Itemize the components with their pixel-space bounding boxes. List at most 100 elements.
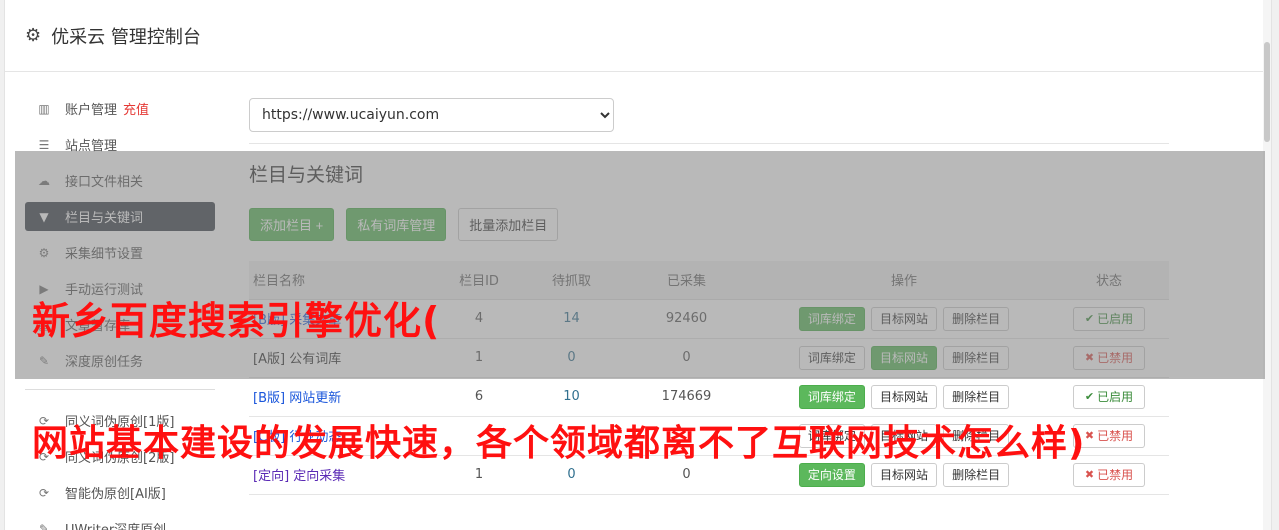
sidebar-item-items2-1[interactable]: ⟳ 同义词伪原创[2版] (25, 442, 215, 471)
private-lexicon-button[interactable]: 私有词库管理 (346, 208, 447, 241)
scrollbar[interactable] (1263, 0, 1271, 530)
table-header-row: 栏目名称 栏目ID 待抓取 已采集 操作 状态 (249, 261, 1169, 300)
sidebar-item-items2-3[interactable]: ✎ UWriter深度原创 (25, 514, 215, 530)
header-id: 栏目ID (429, 261, 529, 300)
column-id: 6 (429, 377, 529, 417)
status-toggle[interactable]: ✔ 已启用 (1073, 306, 1145, 331)
sidebar: ▥ 账户管理 充值 ☰ 站点管理 ☁ 接口文件相关 ▼ 栏目与关键词 ⚙ 采集细… (25, 94, 215, 530)
sidebar-item-label: 栏目与关键词 (65, 211, 144, 226)
delete-column-button[interactable]: 删除栏目 (943, 423, 1010, 448)
archive-icon: ▤ (38, 317, 50, 332)
lexicon-bind-button[interactable]: 词库绑定 (798, 306, 865, 331)
sidebar-item-items-1[interactable]: ☰ 站点管理 (25, 130, 215, 159)
refresh-icon: ⟳ (38, 413, 50, 428)
batch-add-column-button[interactable]: 批量添加栏目 (458, 208, 559, 241)
lexicon-bind-button[interactable]: 词库绑定 (798, 345, 865, 370)
sidebar-item-label: 文章暂存库 (65, 319, 131, 334)
scrollbar-thumb[interactable] (1264, 42, 1270, 142)
version-tag: [定向] (253, 469, 290, 484)
sidebar-item-label: 同义词伪原创[1版] (65, 415, 175, 430)
check-icon: ✔ (1084, 391, 1095, 403)
version-tag: [B版] (253, 313, 286, 328)
version-tag: [A版] (253, 352, 286, 367)
collected-count: 0 (614, 455, 759, 495)
table-row: [A版] 公有词库 1 0 0 词库绑定 目标网站 删除栏目 ✖ 已禁用 (249, 338, 1169, 378)
sidebar-item-label: 采集细节设置 (65, 247, 144, 262)
sidebar-item-items2-2[interactable]: ⟳ 智能伪原创[AI版] (25, 478, 215, 507)
sidebar-item-items-7[interactable]: ✎ 深度原创任务 (25, 346, 215, 375)
table-row: [C版] 行业动态 词库绑定 目标网站 删除栏目 ✖ 已禁用 (249, 416, 1169, 456)
column-name: 网站更新 (289, 391, 342, 406)
sidebar-item-items-4[interactable]: ⚙ 采集细节设置 (25, 238, 215, 267)
sidebar-item-items-5[interactable]: ▶ 手动运行测试 (25, 274, 215, 303)
collected-count: 92460 (614, 299, 759, 339)
column-id: 1 (429, 455, 529, 495)
bar-chart-icon: ▥ (38, 101, 50, 116)
pending-count: 10 (529, 377, 614, 417)
table-row: [B版] 采集文章 4 14 92460 词库绑定 目标网站 删除栏目 ✔ 已启… (249, 299, 1169, 339)
version-tag: [B版] (253, 391, 286, 406)
header-name: 栏目名称 (249, 261, 429, 300)
collected-count: 174669 (614, 377, 759, 417)
table-row: [B版] 网站更新 6 10 174669 词库绑定 目标网站 删除栏目 ✔ 已… (249, 377, 1169, 417)
sidebar-item-items-3[interactable]: ▼ 栏目与关键词 (25, 202, 215, 231)
status-toggle[interactable]: ✖ 已禁用 (1073, 345, 1145, 370)
site-select[interactable]: https://www.ucaiyun.com (249, 98, 614, 132)
sidebar-item-label: UWriter深度原创 (65, 519, 166, 530)
divider (249, 143, 1169, 144)
pending-count: 0 (529, 455, 614, 495)
lexicon-bind-button[interactable]: 词库绑定 (798, 423, 865, 448)
lexicon-bind-button[interactable]: 定向设置 (798, 462, 865, 487)
status-label: 已禁用 (1097, 429, 1134, 443)
pending-count: 0 (529, 338, 614, 378)
column-name: 行业动态 (289, 430, 342, 445)
status-label: 已禁用 (1097, 468, 1134, 482)
target-site-button[interactable]: 目标网站 (870, 462, 937, 487)
recharge-link[interactable]: 充值 (123, 99, 149, 118)
main-content: https://www.ucaiyun.com 栏目与关键词 添加栏目 + 私有… (249, 98, 1169, 495)
edit-icon: ✎ (38, 521, 50, 530)
status-toggle[interactable]: ✔ 已启用 (1073, 384, 1145, 409)
add-column-button[interactable]: 添加栏目 + (249, 208, 335, 241)
sidebar-item-items-6[interactable]: ▤ 文章暂存库 (25, 310, 215, 339)
column-name: 采集文章 (289, 313, 342, 328)
collected-count: 0 (614, 338, 759, 378)
header-ops: 操作 (759, 261, 1049, 300)
sidebar-item-items-2[interactable]: ☁ 接口文件相关 (25, 166, 215, 195)
sidebar-item-label: 手动运行测试 (65, 283, 144, 298)
header-pending: 待抓取 (529, 261, 614, 300)
play-circle-icon: ▶ (39, 281, 49, 296)
target-site-button[interactable]: 目标网站 (870, 345, 937, 370)
delete-column-button[interactable]: 删除栏目 (943, 345, 1010, 370)
column-id: 4 (429, 299, 529, 339)
status-toggle[interactable]: ✖ 已禁用 (1073, 423, 1145, 448)
collected-count (614, 416, 759, 456)
app-window: ⚙ 优采云 管理控制台 ▥ 账户管理 充值 ☰ 站点管理 ☁ 接口文件相关 ▼ … (4, 0, 1272, 530)
pending-count (529, 416, 614, 456)
server-icon: ☰ (38, 137, 50, 152)
lexicon-bind-button[interactable]: 词库绑定 (798, 384, 865, 409)
delete-column-button[interactable]: 删除栏目 (943, 306, 1010, 331)
target-site-button[interactable]: 目标网站 (870, 423, 937, 448)
target-site-button[interactable]: 目标网站 (870, 384, 937, 409)
target-site-button[interactable]: 目标网站 (870, 306, 937, 331)
gear-icon: ⚙ (25, 25, 42, 46)
sidebar-item-label: 深度原创任务 (65, 355, 144, 370)
delete-column-button[interactable]: 删除栏目 (943, 384, 1010, 409)
gears-icon: ⚙ (38, 245, 50, 260)
sidebar-item-items-0[interactable]: ▥ 账户管理 充值 (25, 94, 215, 123)
column-name: 公有词库 (289, 352, 342, 367)
delete-column-button[interactable]: 删除栏目 (943, 462, 1010, 487)
app-title: 优采云 管理控制台 (51, 26, 201, 48)
status-label: 已禁用 (1097, 351, 1134, 365)
sidebar-item-items2-0[interactable]: ⟳ 同义词伪原创[1版] (25, 406, 215, 435)
status-label: 已启用 (1097, 390, 1134, 404)
column-id: 1 (429, 338, 529, 378)
check-icon: ✔ (1084, 313, 1095, 325)
column-table: 栏目名称 栏目ID 待抓取 已采集 操作 状态 [B版] 采集文章 4 14 9… (249, 261, 1169, 495)
cloud-upload-icon: ☁ (38, 173, 50, 188)
status-toggle[interactable]: ✖ 已禁用 (1073, 462, 1145, 487)
status-label: 已启用 (1097, 312, 1134, 326)
header-status: 状态 (1049, 261, 1169, 300)
filter-icon: ▼ (39, 209, 49, 224)
